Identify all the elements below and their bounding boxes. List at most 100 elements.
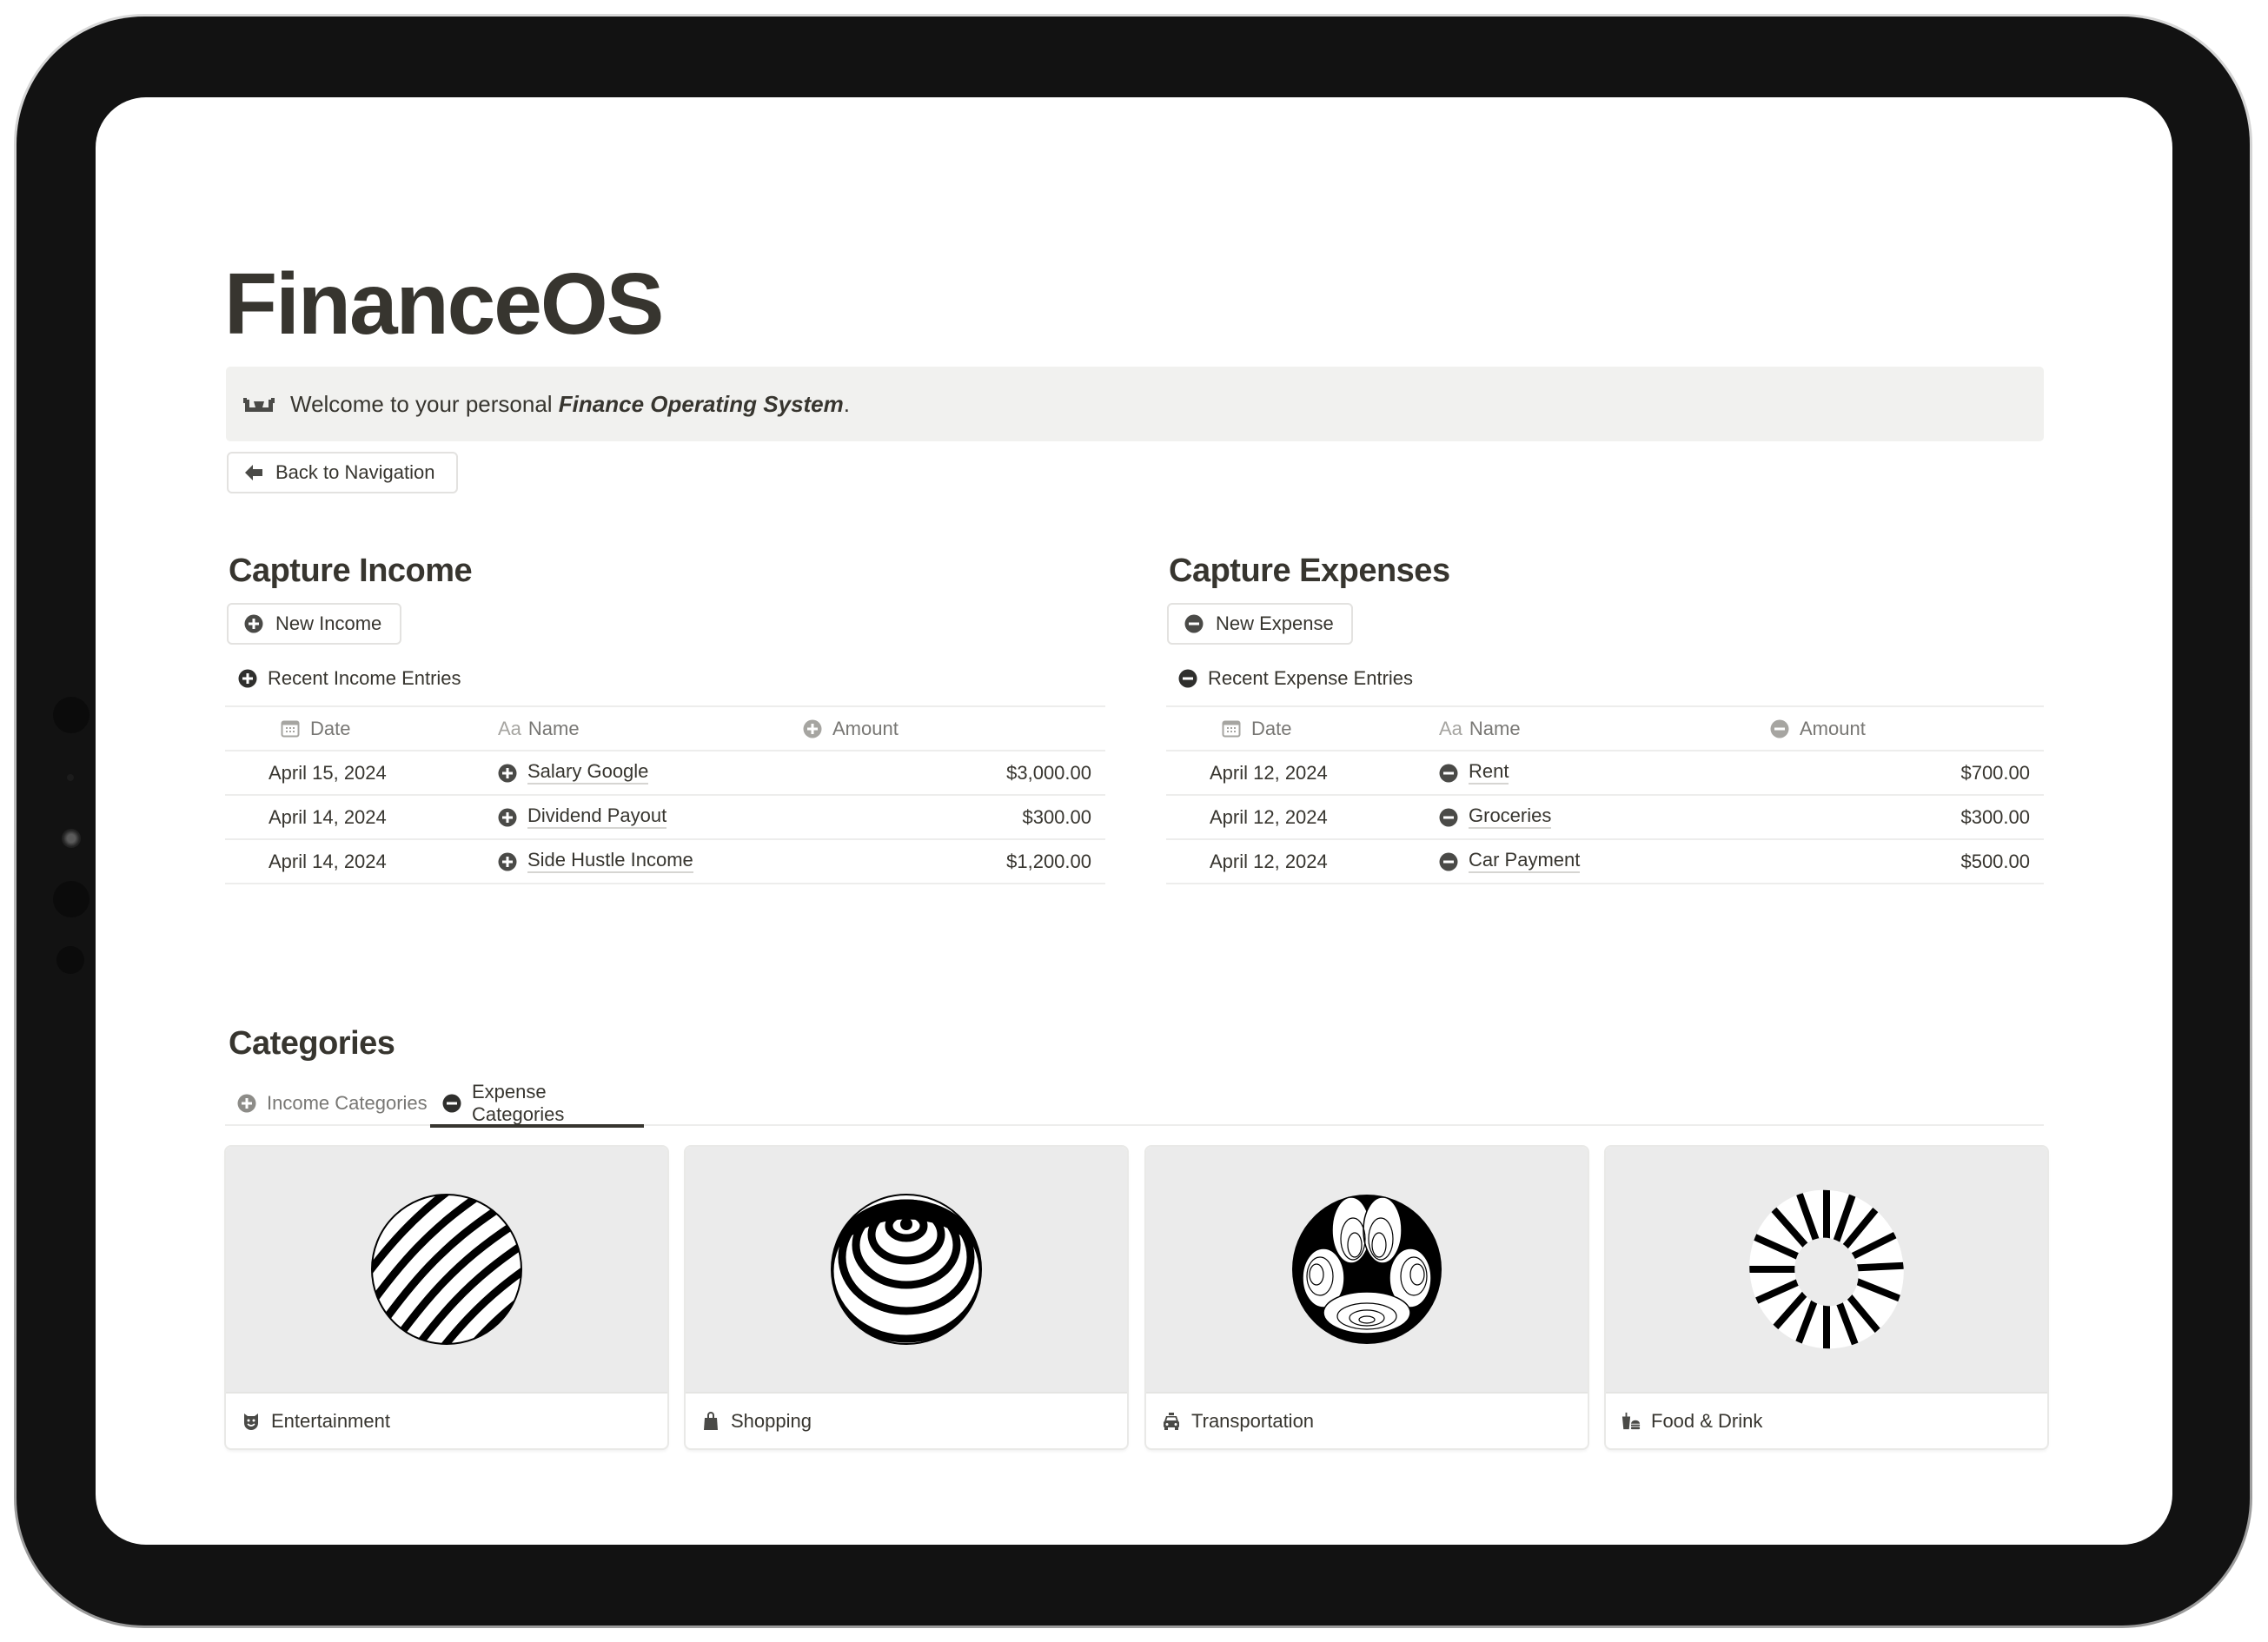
amount-header-label: Amount	[832, 717, 899, 739]
bezel-sensor	[53, 697, 90, 733]
screen: FinanceOS Welcome to your personal Finan…	[96, 97, 2172, 1545]
plus-circle-icon	[237, 1094, 256, 1113]
minus-circle-icon	[442, 1094, 461, 1113]
card-title: Shopping	[686, 1394, 1127, 1448]
row-name-link[interactable]: Side Hustle Income	[527, 850, 693, 873]
name-column-header[interactable]: Aa Name	[498, 718, 803, 740]
name-header-label: Name	[1469, 717, 1521, 739]
card-cover	[1606, 1147, 2047, 1394]
row-amount: $1,200.00	[1006, 850, 1091, 872]
row-date: April 14, 2024	[269, 850, 387, 872]
back-to-navigation-button[interactable]: Back to Navigation	[227, 452, 458, 493]
expense-table: Date Aa Name Amount April 12, 2024 Rent …	[1166, 705, 2044, 884]
taxi-icon	[1162, 1412, 1181, 1431]
row-date: April 12, 2024	[1210, 761, 1328, 784]
table-row[interactable]: April 12, 2024 Rent $700.00	[1166, 751, 2044, 796]
new-income-button[interactable]: New Income	[227, 603, 401, 645]
row-name: Car Payment	[1439, 850, 1744, 873]
categories-heading: Categories	[229, 1025, 395, 1062]
shopping-bag-icon	[701, 1411, 720, 1431]
theater-mask-icon	[242, 1412, 261, 1431]
row-name: Salary Google	[498, 761, 803, 785]
new-expense-button[interactable]: New Expense	[1167, 603, 1353, 645]
category-card[interactable]: Shopping	[686, 1147, 1127, 1448]
callout-text-prefix: Welcome to your personal	[290, 390, 559, 417]
row-name-link[interactable]: Car Payment	[1469, 850, 1581, 873]
recent-expense-label: Recent Expense Entries	[1208, 667, 1414, 689]
category-card[interactable]: Entertainment	[226, 1147, 667, 1448]
calendar-icon	[281, 719, 300, 738]
calendar-icon	[1222, 719, 1241, 738]
minus-circle-icon	[1770, 719, 1789, 738]
minus-circle-icon	[1439, 852, 1458, 871]
card-title: Entertainment	[226, 1394, 667, 1448]
date-column-header[interactable]: Date	[225, 718, 498, 740]
arrow-left-icon	[244, 463, 263, 482]
plus-circle-icon	[498, 808, 517, 827]
card-cover	[226, 1147, 667, 1394]
table-row[interactable]: April 12, 2024 Car Payment $500.00	[1166, 840, 2044, 884]
plus-circle-icon	[244, 614, 263, 633]
row-name: Groceries	[1439, 805, 1744, 829]
table-row[interactable]: April 12, 2024 Groceries $300.00	[1166, 796, 2044, 840]
back-button-label: Back to Navigation	[275, 461, 435, 483]
card-label: Transportation	[1191, 1409, 1315, 1432]
row-date: April 12, 2024	[1210, 850, 1328, 872]
minus-circle-icon	[1184, 614, 1204, 633]
card-title: Transportation	[1146, 1394, 1588, 1448]
row-name: Rent	[1439, 761, 1744, 785]
minus-circle-icon	[1439, 764, 1458, 783]
front-camera	[62, 829, 81, 848]
tab-label: Expense Categories	[472, 1081, 565, 1125]
row-name-link[interactable]: Salary Google	[527, 761, 649, 785]
table-row[interactable]: April 14, 2024 Dividend Payout $300.00	[225, 796, 1105, 840]
recent-expense-view[interactable]: Recent Expense Entries	[1178, 667, 1413, 690]
recent-income-view[interactable]: Recent Income Entries	[238, 667, 461, 690]
text-property-icon: Aa	[1439, 717, 1462, 739]
plus-circle-icon	[498, 764, 517, 783]
row-date: April 14, 2024	[269, 805, 387, 828]
card-label: Entertainment	[271, 1409, 390, 1432]
contour-lobed-sphere-image	[1292, 1195, 1442, 1344]
row-name-link[interactable]: Dividend Payout	[527, 805, 667, 829]
amount-column-header[interactable]: Amount	[1744, 718, 2044, 740]
notion-page: FinanceOS Welcome to your personal Finan…	[96, 97, 2172, 1545]
callout-text-suffix: .	[843, 390, 850, 417]
row-name-link[interactable]: Groceries	[1469, 805, 1552, 829]
name-column-header[interactable]: Aa Name	[1439, 718, 1744, 740]
row-name-link[interactable]: Rent	[1469, 761, 1509, 785]
table-header: Date Aa Name Amount	[1166, 707, 2044, 751]
amount-column-header[interactable]: Amount	[803, 718, 1105, 740]
card-cover	[1146, 1147, 1588, 1394]
table-row[interactable]: April 15, 2024 Salary Google $3,000.00	[225, 751, 1105, 796]
bezel-sensor	[67, 774, 74, 781]
card-label: Food & Drink	[1651, 1409, 1763, 1432]
name-header-label: Name	[527, 717, 580, 739]
row-amount: $500.00	[1960, 850, 2030, 872]
tab-income-categories[interactable]: Income Categories	[237, 1081, 428, 1126]
tab-expense-categories[interactable]: Expense Categories	[430, 1081, 644, 1128]
twisted-stripe-sphere-image	[371, 1194, 522, 1345]
plus-circle-icon	[803, 719, 822, 738]
row-date: April 12, 2024	[1210, 805, 1328, 828]
callout-text: Welcome to your personal Finance Operati…	[290, 391, 850, 418]
category-card[interactable]: Transportation	[1146, 1147, 1588, 1448]
row-amount: $300.00	[1960, 805, 2030, 828]
plus-circle-icon	[498, 852, 517, 871]
row-name: Dividend Payout	[498, 805, 803, 829]
row-name: Side Hustle Income	[498, 850, 803, 873]
category-card[interactable]: Food & Drink	[1606, 1147, 2047, 1448]
date-column-header[interactable]: Date	[1166, 718, 1439, 740]
date-header-label: Date	[1251, 717, 1292, 739]
welcome-callout: Welcome to your personal Finance Operati…	[226, 367, 2044, 441]
table-row[interactable]: April 14, 2024 Side Hustle Income $1,200…	[225, 840, 1105, 884]
card-title: Food & Drink	[1606, 1394, 2047, 1448]
amount-header-label: Amount	[1800, 717, 1866, 739]
card-label: Shopping	[731, 1409, 812, 1432]
row-amount: $700.00	[1960, 761, 2030, 784]
capture-income-heading: Capture Income	[229, 553, 473, 589]
concentric-ring-sphere-image	[831, 1194, 982, 1345]
category-tabs: Income Categories Expense Categories	[225, 1081, 2044, 1128]
plus-circle-icon	[238, 669, 257, 688]
new-income-label: New Income	[275, 612, 382, 634]
